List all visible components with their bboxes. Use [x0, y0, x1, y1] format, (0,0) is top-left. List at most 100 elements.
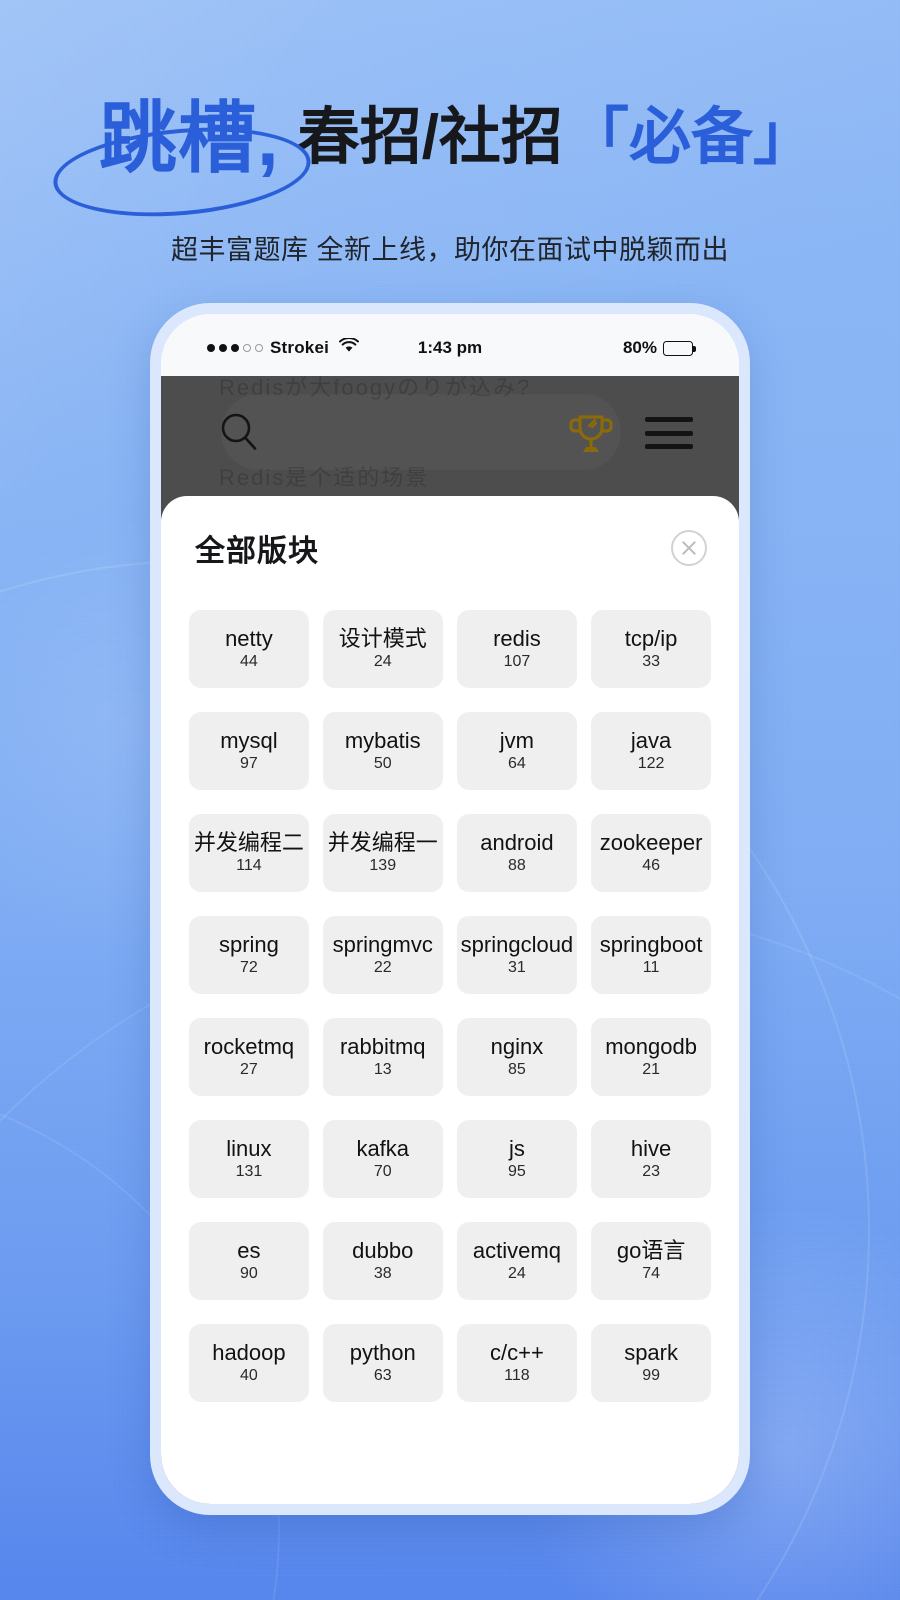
section-tag[interactable]: 并发编程一 139 — [322, 814, 443, 892]
section-tag[interactable]: spring 72 — [189, 916, 309, 994]
app-top-bar — [161, 388, 739, 478]
section-tag-label: mongodb — [605, 1034, 697, 1060]
section-tag-count: 118 — [504, 1367, 530, 1385]
section-tag-count: 31 — [508, 959, 526, 977]
section-tag-label: zookeeper — [599, 830, 703, 856]
all-sections-sheet: 全部版块 netty 44 设计模式 24 redis 107 tcp/ip 33 mysql 9… — [161, 496, 739, 1504]
phone-mockup: Strokei 1:43 pm 80% Redisが大foogyのりが込み? R… — [150, 303, 750, 1515]
section-tag[interactable]: activemq 24 — [456, 1222, 578, 1300]
section-tag[interactable]: dubbo 38 — [322, 1222, 443, 1300]
section-tag[interactable]: redis 107 — [456, 610, 578, 688]
section-tag-count: 90 — [240, 1265, 258, 1283]
section-tag[interactable]: zookeeper 46 — [591, 814, 711, 892]
section-tag-label: kafka — [356, 1136, 410, 1162]
section-tag[interactable]: rocketmq 27 — [189, 1018, 309, 1096]
section-tag[interactable]: mongodb 21 — [591, 1018, 711, 1096]
section-tag-label: tcp/ip — [624, 626, 678, 652]
section-tag-count: 72 — [240, 959, 258, 977]
section-tag[interactable]: springmvc 22 — [322, 916, 443, 994]
section-tag[interactable]: 设计模式 24 — [322, 610, 443, 688]
section-tag-label: hive — [630, 1136, 672, 1162]
section-tag[interactable]: netty 44 — [189, 610, 309, 688]
section-tag-label: nginx — [490, 1034, 544, 1060]
phone-screen: Strokei 1:43 pm 80% Redisが大foogyのりが込み? R… — [161, 314, 739, 1504]
hero-title-main-wrap: 跳槽, — [49, 99, 315, 227]
hero-title-middle: 春招/社招 — [297, 103, 563, 172]
section-tag-label: c/c++ — [490, 1340, 544, 1366]
section-tag[interactable]: mybatis 50 — [322, 712, 443, 790]
section-tag-label: mysql — [220, 728, 278, 754]
section-tag-label: js — [508, 1136, 525, 1162]
section-tag[interactable]: mysql 97 — [189, 712, 309, 790]
section-tag-count: 40 — [240, 1367, 258, 1385]
section-tag-count: 21 — [642, 1061, 660, 1079]
section-tag[interactable]: springcloud 31 — [456, 916, 578, 994]
section-tag-count: 44 — [240, 653, 258, 671]
sheet-title: 全部版块 — [195, 535, 319, 568]
section-tag-label: linux — [226, 1136, 272, 1162]
status-bar: Strokei 1:43 pm 80% — [161, 314, 739, 376]
carrier-name: Strokei — [270, 338, 330, 357]
section-tag-label: activemq — [472, 1238, 561, 1264]
section-tag[interactable]: c/c++ 118 — [456, 1324, 578, 1402]
section-tag[interactable]: android 88 — [456, 814, 578, 892]
section-tag[interactable]: 并发编程二 114 — [189, 814, 309, 892]
section-tag[interactable]: js 95 — [456, 1120, 578, 1198]
section-tag[interactable]: rabbitmq 13 — [322, 1018, 443, 1096]
trophy-icon[interactable] — [565, 407, 617, 459]
section-tag-grid: netty 44 设计模式 24 redis 107 tcp/ip 33 mysql 97 myba… — [187, 592, 713, 1402]
signal-strength-icon — [207, 344, 263, 352]
section-tag-count: 97 — [240, 755, 258, 773]
section-tag[interactable]: java 122 — [591, 712, 711, 790]
section-tag-count: 85 — [508, 1061, 526, 1079]
section-tag[interactable]: linux 131 — [189, 1120, 309, 1198]
section-tag-label: springcloud — [460, 932, 574, 958]
section-tag[interactable]: kafka 70 — [322, 1120, 443, 1198]
section-tag-count: 95 — [508, 1163, 526, 1181]
section-tag-count: 99 — [642, 1367, 660, 1385]
section-tag-count: 131 — [235, 1163, 263, 1181]
section-tag-count: 11 — [642, 959, 660, 977]
hero-title-main: 跳槽, — [99, 94, 280, 182]
section-tag[interactable]: jvm 64 — [456, 712, 578, 790]
section-tag[interactable]: hive 23 — [591, 1120, 711, 1198]
section-tag-count: 46 — [642, 857, 660, 875]
section-tag-label: 并发编程二 — [193, 830, 304, 856]
section-tag-count: 122 — [637, 755, 665, 773]
section-tag-label: rabbitmq — [339, 1034, 426, 1060]
section-tag-count: 33 — [642, 653, 660, 671]
section-tag[interactable]: python 63 — [322, 1324, 443, 1402]
hero-header: 跳槽, 春招/社招 「必备」 超丰富题库 全新上线，助你在面试中脱颖而出 — [0, 0, 900, 267]
section-tag-count: 24 — [373, 653, 392, 671]
battery-percent-label: 80% — [622, 338, 657, 357]
section-tag[interactable]: es 90 — [189, 1222, 309, 1300]
section-tag-label: es — [237, 1238, 261, 1264]
section-tag[interactable]: springboot 11 — [591, 916, 711, 994]
section-tag-label: go语言 — [616, 1238, 686, 1264]
section-tag[interactable]: nginx 85 — [456, 1018, 578, 1096]
section-tag[interactable]: spark 99 — [591, 1324, 711, 1402]
section-tag-label: android — [480, 830, 554, 856]
section-tag-label: springboot — [599, 932, 703, 958]
section-tag-label: spark — [624, 1340, 678, 1366]
battery-icon — [663, 340, 696, 356]
section-tag-label: java — [630, 728, 672, 754]
section-tag[interactable]: tcp/ip 33 — [591, 610, 711, 688]
section-tag-count: 22 — [373, 959, 392, 977]
section-tag-label: 设计模式 — [338, 626, 427, 652]
hamburger-menu-icon[interactable] — [643, 411, 695, 455]
section-tag-label: spring — [218, 932, 279, 958]
section-tag-count: 50 — [373, 755, 392, 773]
section-tag-label: jvm — [499, 728, 535, 754]
hero-title-row: 跳槽, 春招/社招 「必备」 — [0, 78, 900, 227]
search-icon[interactable] — [217, 410, 263, 456]
section-tag[interactable]: go语言 74 — [591, 1222, 711, 1300]
section-tag-count: 114 — [236, 857, 262, 875]
section-tag-label: hadoop — [212, 1340, 286, 1366]
sheet-header: 全部版块 — [187, 496, 713, 592]
section-tag-label: netty — [225, 626, 273, 652]
section-tag-label: springmvc — [332, 932, 433, 958]
section-tag[interactable]: hadoop 40 — [189, 1324, 309, 1402]
close-icon[interactable] — [671, 530, 707, 566]
section-tag-label: 并发编程一 — [327, 830, 438, 856]
